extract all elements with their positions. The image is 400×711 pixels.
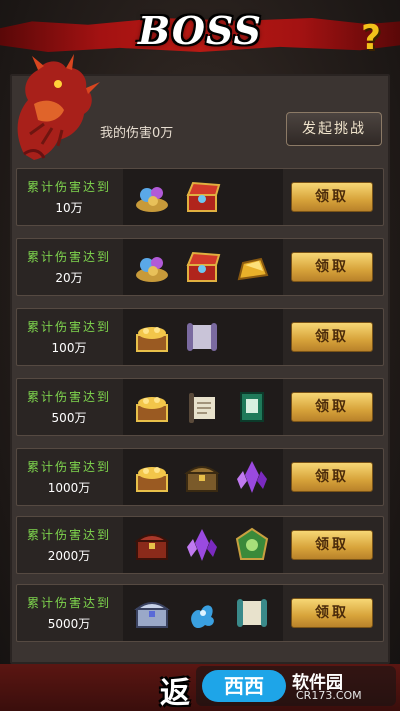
silver-chest-icon[interactable]: [133, 595, 171, 631]
treasure-chest-red-icon[interactable]: [183, 249, 221, 285]
requirement-label: 累计伤害达到: [26, 528, 111, 542]
reward-row: 累计伤害达到 5000万 领取: [16, 584, 384, 642]
requirement-threshold: 10万: [55, 201, 83, 215]
requirement-threshold: 2000万: [47, 549, 91, 563]
treasure-chest-red-icon[interactable]: [183, 179, 221, 215]
requirement-label: 累计伤害达到: [26, 320, 111, 334]
reward-row: 累计伤害达到 20万 领取: [16, 238, 384, 296]
reward-row: 累计伤害达到 2000万 领取: [16, 516, 384, 574]
requirement-label: 累计伤害达到: [26, 596, 111, 610]
page-title: BOSS: [138, 8, 262, 53]
my-damage-text: 我的伤害0万: [100, 126, 174, 141]
requirement-threshold: 100万: [51, 341, 87, 355]
gold-chest-icon[interactable]: [133, 389, 171, 425]
reward-items: [123, 379, 283, 435]
reward-requirement: 累计伤害达到 1000万: [17, 449, 121, 505]
watermark-logo: 西西: [202, 670, 286, 702]
gem-pouch-icon[interactable]: [133, 249, 171, 285]
gold-ingot-icon[interactable]: [233, 249, 271, 285]
green-emblem-icon[interactable]: [233, 527, 271, 563]
help-button[interactable]: ?: [354, 18, 388, 58]
requirement-label: 累计伤害达到: [26, 250, 111, 264]
watermark: 西西 软件园 CR173.COM: [196, 666, 396, 706]
reward-items: [123, 449, 283, 505]
scroll-icon[interactable]: [183, 319, 221, 355]
reward-items: [123, 169, 283, 225]
reward-requirement: 累计伤害达到 5000万: [17, 585, 121, 641]
requirement-threshold: 500万: [51, 411, 87, 425]
challenge-button[interactable]: 发起挑战: [286, 112, 382, 146]
red-chest-icon[interactable]: [133, 527, 171, 563]
reward-items: [123, 239, 283, 295]
blue-spirit-icon[interactable]: [183, 595, 221, 631]
reward-row: 累计伤害达到 100万 领取: [16, 308, 384, 366]
gem-pouch-icon[interactable]: [133, 179, 171, 215]
reward-requirement: 累计伤害达到 20万: [17, 239, 121, 295]
back-button[interactable]: 返: [160, 668, 190, 711]
reward-requirement: 累计伤害达到 2000万: [17, 517, 121, 573]
gold-chest-icon[interactable]: [133, 319, 171, 355]
skill-book-icon[interactable]: [233, 389, 271, 425]
claim-button[interactable]: 领取: [291, 322, 373, 352]
dragon-icon: [17, 54, 100, 160]
purple-crystal-icon[interactable]: [233, 459, 271, 495]
claim-button[interactable]: 领取: [291, 252, 373, 282]
reward-row: 累计伤害达到 1000万 领取: [16, 448, 384, 506]
requirement-label: 累计伤害达到: [26, 180, 111, 194]
requirement-threshold: 20万: [55, 271, 83, 285]
reward-items: [123, 517, 283, 573]
claim-button[interactable]: 领取: [291, 462, 373, 492]
claim-button[interactable]: 领取: [291, 598, 373, 628]
reward-items: [123, 309, 283, 365]
claim-button[interactable]: 领取: [291, 392, 373, 422]
reward-row: 累计伤害达到 500万 领取: [16, 378, 384, 436]
claim-button[interactable]: 领取: [291, 182, 373, 212]
reward-requirement: 累计伤害达到 500万: [17, 379, 121, 435]
requirement-label: 累计伤害达到: [26, 390, 111, 404]
reward-row: 累计伤害达到 10万 领取: [16, 168, 384, 226]
requirement-threshold: 1000万: [47, 481, 91, 495]
reward-requirement: 累计伤害达到 100万: [17, 309, 121, 365]
claim-button[interactable]: 领取: [291, 530, 373, 560]
scroll-open-icon[interactable]: [183, 389, 221, 425]
reward-requirement: 累计伤害达到 10万: [17, 169, 121, 225]
purple-crystal-icon[interactable]: [183, 527, 221, 563]
wooden-chest-icon[interactable]: [183, 459, 221, 495]
gold-chest-icon[interactable]: [133, 459, 171, 495]
requirement-threshold: 5000万: [47, 617, 91, 631]
watermark-url: CR173.COM: [296, 689, 362, 702]
requirement-label: 累计伤害达到: [26, 460, 111, 474]
reward-items: [123, 585, 283, 641]
scroll-icon[interactable]: [233, 595, 271, 631]
